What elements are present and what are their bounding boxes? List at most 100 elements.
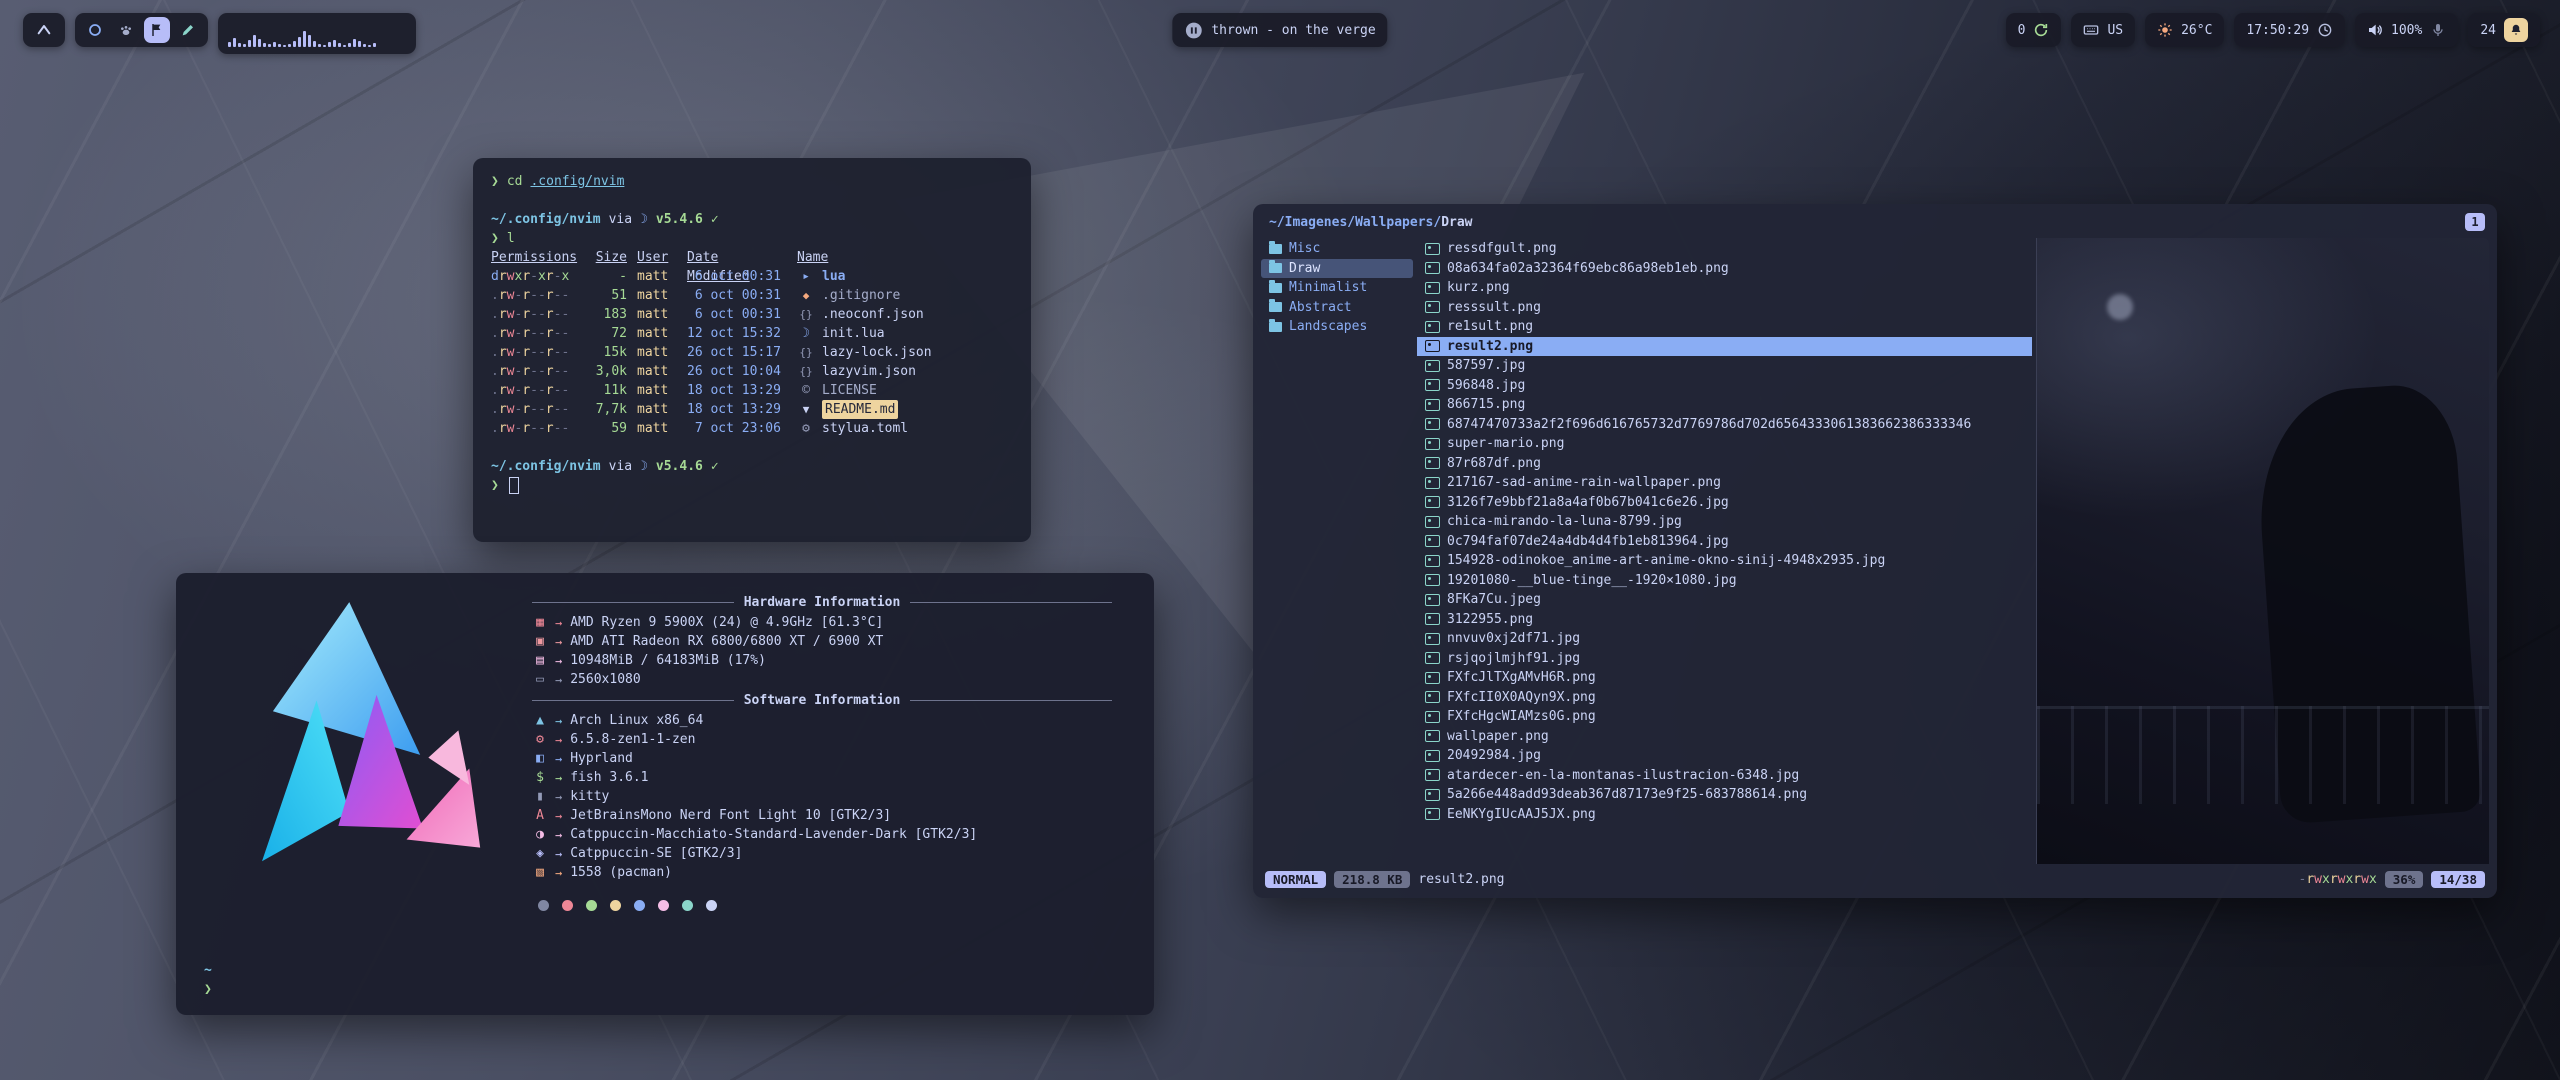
file-item[interactable]: FXfcHgcWIAMzs0G.png <box>1417 707 2032 727</box>
file-item[interactable]: chica-mirando-la-luna-8799.jpg <box>1417 512 2032 532</box>
file-item[interactable]: 0c794faf07de24a4db4d4fb1eb813964.jpg <box>1417 532 2032 552</box>
arrow-icon: → <box>555 866 562 880</box>
info-line: → Arch Linux x86_64 <box>532 711 1112 730</box>
file-item[interactable]: FXfcJlTXgAMvH6R.png <box>1417 668 2032 688</box>
file-item[interactable]: nnvuv0xj2df71.jpg <box>1417 629 2032 649</box>
workspace-browser-button[interactable] <box>82 17 108 43</box>
file-item[interactable]: 866715.png <box>1417 395 2032 415</box>
mode-badge: NORMAL <box>1265 871 1326 888</box>
file-item[interactable]: FXfcII0X0AQyn9X.png <box>1417 688 2032 708</box>
info-icon <box>532 808 548 823</box>
command-arg: .config/nvim <box>530 172 624 191</box>
info-line: → 10948MiB / 64183MiB (17%) <box>532 651 1112 670</box>
image-preview <box>2036 238 2489 864</box>
software-info-list: → Arch Linux x86_64 → 6.5.8-zen1-1-zen →… <box>532 711 1112 882</box>
media-pause-icon <box>1184 21 1203 40</box>
file-item[interactable]: 154928-odinokoe_anime-art-anime-okno-sin… <box>1417 551 2032 571</box>
lua-icon: ☽ <box>640 457 648 476</box>
terminal-window[interactable]: ❯cd.config/nvim ~/.config/nvimvia☽v5.4.6… <box>473 158 1031 542</box>
lua-version: v5.4.6 <box>656 210 703 229</box>
dir-item[interactable]: Landscapes <box>1261 317 1413 337</box>
file-item[interactable]: 5a266e448add93deab367d87173e9f25-6837886… <box>1417 785 2032 805</box>
fetch-terminal-window[interactable]: Hardware Information → AMD Ryzen 9 5900X… <box>176 573 1154 1015</box>
folder-icon <box>1269 283 1282 293</box>
workspace-draw-button[interactable] <box>175 17 201 43</box>
file-type-icon <box>797 400 815 419</box>
image-icon <box>1425 243 1440 255</box>
ls-table-header: Permissions Size User Date Modified Name <box>491 248 1013 267</box>
image-icon <box>1425 516 1440 528</box>
file-item[interactable]: result2.png <box>1417 337 2032 357</box>
preview-railing <box>2037 706 2489 804</box>
image-icon <box>1425 808 1440 820</box>
image-icon <box>1425 321 1440 333</box>
file-item[interactable]: 20492984.jpg <box>1417 746 2032 766</box>
time: 17:50:29 <box>2246 23 2309 38</box>
file-item[interactable]: rsjqojlmjhf91.jpg <box>1417 649 2032 669</box>
file-item[interactable]: wallpaper.png <box>1417 727 2032 747</box>
keyboard-icon <box>2083 22 2099 38</box>
image-icon <box>1425 750 1440 762</box>
volume-level: 100% <box>2391 23 2422 38</box>
file-item[interactable]: atardecer-en-la-montanas-ilustracion-634… <box>1417 766 2032 786</box>
file-item[interactable]: 68747470733a2f2f696d616765732d7769786d70… <box>1417 415 2032 435</box>
file-item[interactable]: kurz.png <box>1417 278 2032 298</box>
tab-indicator[interactable]: 1 <box>2465 213 2485 231</box>
terminal-cursor <box>509 477 519 494</box>
keyboard-layout-widget[interactable]: US <box>2071 13 2135 47</box>
file-item[interactable]: 8FKa7Cu.jpeg <box>1417 590 2032 610</box>
file-item[interactable]: resssult.png <box>1417 298 2032 318</box>
file-item[interactable]: 87r687df.png <box>1417 454 2032 474</box>
ls-table: drwxr-xr-x - matt 6 oct 00:31 lua .rw-r-… <box>491 267 1013 438</box>
notifications-widget[interactable]: 24 <box>2468 13 2540 47</box>
image-icon <box>1425 399 1440 411</box>
clock-widget[interactable]: 17:50:29 <box>2234 13 2345 47</box>
info-line: → 1558 (pacman) <box>532 863 1112 882</box>
ls-row: drwxr-xr-x - matt 6 oct 00:31 lua <box>491 267 1013 286</box>
dir-item[interactable]: Misc <box>1261 239 1413 259</box>
file-item[interactable]: ressdfgult.png <box>1417 239 2032 259</box>
updates-count: 0 <box>2018 23 2026 38</box>
info-icon <box>532 672 548 687</box>
file-type-icon <box>797 381 815 400</box>
info-icon <box>532 713 548 728</box>
file-item[interactable]: 3126f7e9bbf21a8a4af0b67b041c6e26.jpg <box>1417 493 2032 513</box>
dir-item[interactable]: Draw <box>1261 259 1413 279</box>
arrow-icon: → <box>555 654 562 668</box>
file-item[interactable]: 596848.jpg <box>1417 376 2032 396</box>
dir-item[interactable]: Abstract <box>1261 298 1413 318</box>
file-item[interactable]: 08a634fa02a32364f69ebc86a98eb1eb.png <box>1417 259 2032 279</box>
file-type-icon <box>797 419 815 438</box>
file-manager-window[interactable]: ~/Imagenes/Wallpapers/Draw 1 Misc Draw M… <box>1253 204 2497 898</box>
image-icon <box>1425 477 1440 489</box>
file-type-icon <box>797 324 815 343</box>
file-item[interactable]: re1sult.png <box>1417 317 2032 337</box>
ls-row: .rw-r--r-- 11k matt 18 oct 13:29 LICENSE <box>491 381 1013 400</box>
file-list: ressdfgult.png 08a634fa02a32364f69ebc86a… <box>1417 238 2032 864</box>
dir-item[interactable]: Minimalist <box>1261 278 1413 298</box>
volume-widget[interactable]: 100% <box>2355 13 2458 47</box>
media-widget[interactable]: thrown - on the verge <box>1172 13 1387 47</box>
folder-icon <box>1269 263 1282 273</box>
weather-widget[interactable]: 26°C <box>2145 13 2224 47</box>
updates-widget[interactable]: 0 <box>2006 13 2062 47</box>
command: l <box>507 229 515 248</box>
file-item[interactable]: 217167-sad-anime-rain-wallpaper.png <box>1417 473 2032 493</box>
image-icon <box>1425 711 1440 723</box>
file-item[interactable]: EeNKYgIUcAAJ5JX.png <box>1417 805 2032 825</box>
arrow-icon: → <box>555 828 562 842</box>
launcher-button[interactable] <box>23 13 65 47</box>
info-line: → 6.5.8-zen1-1-zen <box>532 730 1112 749</box>
info-icon <box>532 751 548 766</box>
workspace-active-button[interactable] <box>144 17 170 43</box>
distro-logo <box>202 587 532 911</box>
file-item[interactable]: 3122955.png <box>1417 610 2032 630</box>
file-item[interactable]: 19201080-__blue-tinge__-1920×1080.jpg <box>1417 571 2032 591</box>
workspace-misc-button[interactable] <box>113 17 139 43</box>
arrow-icon: → <box>555 635 562 649</box>
selected-file-name: result2.png <box>1418 872 2290 887</box>
file-item[interactable]: 587597.jpg <box>1417 356 2032 376</box>
file-item[interactable]: super-mario.png <box>1417 434 2032 454</box>
info-line: → Hyprland <box>532 749 1112 768</box>
shell-prompt: ~ ❯ <box>204 961 212 999</box>
